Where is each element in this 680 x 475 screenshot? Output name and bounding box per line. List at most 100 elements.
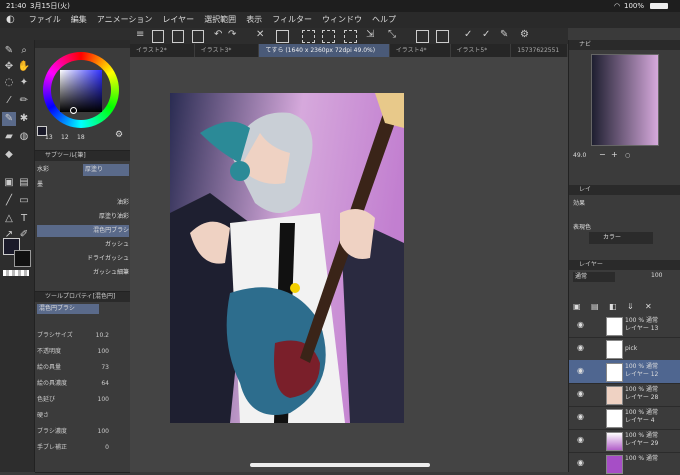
- menu-layer[interactable]: レイヤー: [162, 12, 194, 28]
- subtool-group-ink[interactable]: 墨: [37, 179, 81, 191]
- layer-row[interactable]: ◉ pick: [569, 337, 680, 361]
- check-all-icon[interactable]: ✓: [482, 29, 490, 40]
- menu-edit[interactable]: 編集: [71, 12, 87, 28]
- brush-tool-icon[interactable]: ✎: [2, 112, 16, 126]
- visibility-eye-icon[interactable]: ◉: [577, 459, 586, 467]
- new-layer-icon[interactable]: ▣: [573, 302, 581, 311]
- merge-icon[interactable]: ⇓: [627, 302, 634, 311]
- subtool-group-watercolor[interactable]: 水彩: [37, 164, 81, 176]
- layer-opacity-value[interactable]: 100: [651, 272, 662, 279]
- figure-tool-icon[interactable]: ╱: [2, 194, 16, 208]
- pressure-icon[interactable]: ⚙: [520, 29, 529, 40]
- prop-brush-size[interactable]: ブラシサイズ 10.2: [37, 330, 125, 343]
- menu-filter[interactable]: フィルター: [272, 12, 312, 28]
- delete-layer-icon[interactable]: ✕: [645, 302, 652, 311]
- layer-row[interactable]: ◉ 100 % 通常 レイヤー 28: [569, 383, 680, 407]
- artwork-canvas[interactable]: [170, 93, 404, 423]
- tab-illust2[interactable]: イラスト2*: [130, 44, 195, 57]
- tab-illust3[interactable]: イラスト3*: [195, 44, 260, 57]
- visibility-eye-icon[interactable]: ◉: [577, 413, 586, 421]
- expression-color-select[interactable]: カラー: [589, 232, 653, 244]
- open-file-icon[interactable]: [172, 30, 184, 43]
- brush-oil[interactable]: 油彩: [37, 197, 129, 209]
- menu-animation[interactable]: アニメーション: [97, 12, 153, 28]
- brush-gouache-fine[interactable]: ガッシュ細筆: [37, 267, 129, 279]
- prop-paint-amount[interactable]: 絵の具量 73: [37, 362, 125, 375]
- blend-tool-icon[interactable]: ◍: [17, 130, 31, 144]
- menu-help[interactable]: ヘルプ: [372, 12, 396, 28]
- ruler-icon[interactable]: [416, 30, 429, 43]
- tab-illust5[interactable]: イラスト5*: [451, 44, 512, 57]
- fill-tool-icon[interactable]: ▣: [2, 176, 16, 190]
- new-folder-icon[interactable]: ▤: [591, 302, 599, 311]
- color-settings-icon[interactable]: ⚙: [115, 130, 123, 140]
- sub-color-swatch[interactable]: [14, 250, 31, 267]
- menu-window[interactable]: ウィンドウ: [322, 12, 362, 28]
- prop-hardness[interactable]: 硬さ: [37, 410, 125, 423]
- pen-icon[interactable]: ✎: [500, 29, 508, 40]
- eyedropper-icon[interactable]: ⁄: [2, 94, 16, 108]
- drop-icon[interactable]: ◆: [2, 148, 16, 162]
- clear-icon[interactable]: ✕: [256, 29, 264, 40]
- layer-row[interactable]: ◉ 100 % 通常 レイヤー 13: [569, 314, 680, 338]
- visibility-eye-icon[interactable]: ◉: [577, 321, 586, 329]
- pencil-tool-icon[interactable]: ✏: [17, 94, 31, 108]
- layer-property-header[interactable]: レイ: [569, 185, 680, 195]
- prop-brush-density[interactable]: ブラシ濃度 100: [37, 426, 125, 439]
- snap-icon[interactable]: [436, 30, 449, 43]
- navigator-zoom-value[interactable]: 49.0: [573, 152, 586, 159]
- zoom-out-icon[interactable]: −: [599, 150, 606, 159]
- menu-file[interactable]: ファイル: [29, 12, 61, 28]
- menu-view[interactable]: 表示: [246, 12, 262, 28]
- eraser-icon[interactable]: ▰: [2, 130, 16, 144]
- frame-tool-icon[interactable]: ▭: [17, 194, 31, 208]
- visibility-eye-icon[interactable]: ◉: [577, 344, 586, 352]
- lasso-tool-icon[interactable]: ◌: [2, 76, 16, 90]
- tab-15737622551[interactable]: 15737622551: [511, 44, 568, 57]
- undo-icon[interactable]: ↶: [214, 29, 222, 40]
- airbrush-icon[interactable]: ✱: [17, 112, 31, 126]
- pen-tool-icon[interactable]: ✎: [2, 44, 16, 58]
- layer-row[interactable]: ◉ 100 % 通常 レイヤー 12: [569, 360, 680, 384]
- zoom-tool-icon[interactable]: ⌕: [17, 44, 31, 58]
- deselect-icon[interactable]: [302, 30, 315, 43]
- invert-selection-icon[interactable]: [322, 30, 335, 43]
- prop-color-stretch[interactable]: 色延び 100: [37, 394, 125, 407]
- scale-icon[interactable]: ⤡: [388, 29, 396, 40]
- prop-stabilization[interactable]: 手ブレ補正 0: [37, 442, 125, 455]
- magic-wand-icon[interactable]: ✦: [17, 76, 31, 90]
- text-tool-icon[interactable]: T: [17, 212, 31, 226]
- move-tool-icon[interactable]: ✥: [2, 60, 16, 74]
- redo-icon[interactable]: ↷: [228, 29, 236, 40]
- hand-tool-icon[interactable]: ✋: [17, 60, 31, 74]
- visibility-eye-icon[interactable]: ◉: [577, 390, 586, 398]
- new-file-icon[interactable]: [152, 30, 164, 43]
- gradient-tool-icon[interactable]: ▤: [17, 176, 31, 190]
- crop-icon[interactable]: [344, 30, 357, 43]
- brush-mixing-circle[interactable]: 混色円ブラシ: [37, 225, 129, 237]
- visibility-eye-icon[interactable]: ◉: [577, 436, 586, 444]
- menu-icon[interactable]: ≡: [136, 29, 144, 40]
- brush-dry-gouache[interactable]: ドライガッシュ: [37, 253, 129, 265]
- app-logo-icon[interactable]: ◐: [6, 12, 15, 28]
- brush-gouache[interactable]: ガッシュ: [37, 239, 129, 251]
- mask-icon[interactable]: ◧: [609, 302, 617, 311]
- tab-illust4[interactable]: イラスト4*: [390, 44, 451, 57]
- saturation-square[interactable]: [60, 70, 102, 112]
- navigator-preview[interactable]: [591, 54, 659, 146]
- menu-selection[interactable]: 選択範囲: [204, 12, 236, 28]
- layer-row[interactable]: ◉ 100 % 通常 レイヤー 29: [569, 429, 680, 453]
- transform-icon[interactable]: ⇲: [366, 29, 374, 40]
- blend-mode-select[interactable]: 通常: [573, 272, 615, 282]
- rotate-reset-icon[interactable]: ○: [625, 152, 630, 159]
- transparent-color-swatch[interactable]: [3, 270, 29, 276]
- tab-tesura[interactable]: てすら (1640 x 2360px 72dpi 49.0%): [259, 44, 390, 57]
- fill-selection-icon[interactable]: [276, 30, 289, 43]
- zoom-in-icon[interactable]: +: [611, 150, 618, 159]
- home-indicator[interactable]: [250, 463, 430, 467]
- color-picker-handle[interactable]: [70, 107, 77, 114]
- prop-opacity[interactable]: 不透明度 100: [37, 346, 125, 359]
- subtool-group-impasto[interactable]: 厚塗り: [83, 164, 129, 176]
- ruler-tool-icon[interactable]: △: [2, 212, 16, 226]
- save-icon[interactable]: [192, 30, 204, 43]
